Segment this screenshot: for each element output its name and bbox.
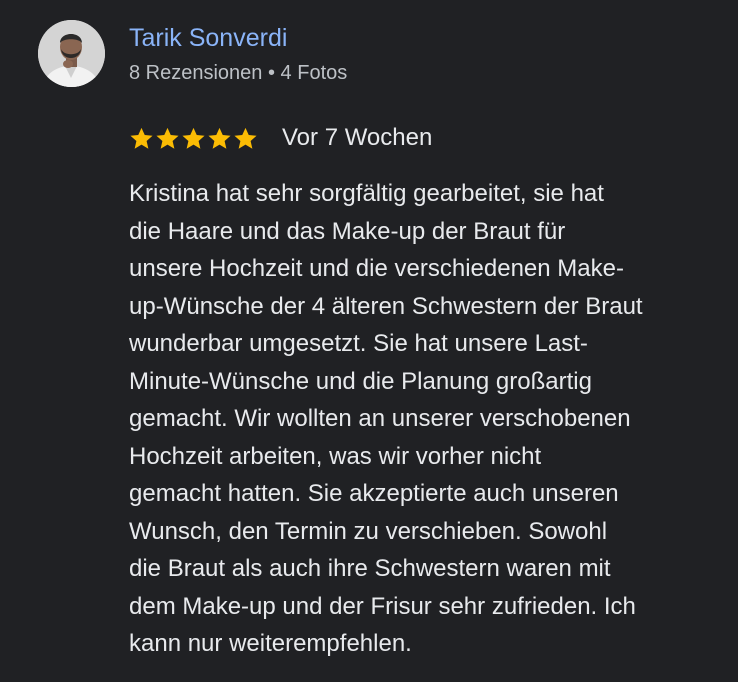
review-text-line: dem Make-up und der Frisur sehr zufriede…: [129, 592, 636, 620]
rating-row: Vor 7 Wochen: [129, 122, 432, 154]
review-date: Vor 7 Wochen: [282, 124, 433, 151]
review-text-line: Kristina hat sehr sorgfältig gearbeitet,…: [129, 180, 604, 207]
avatar-photo: [38, 20, 105, 87]
star-icon: [208, 127, 231, 149]
star-icon: [130, 127, 153, 149]
review-text-line: wunderbar umgesetzt. Sie hat unsere Last…: [129, 330, 588, 357]
star-icon: [234, 127, 257, 149]
star-rating: [129, 126, 258, 151]
review-text-line: up-Wünsche der 4 älteren Schwestern der …: [129, 292, 643, 320]
review-text-line: die Braut als auch ihre Schwestern waren…: [129, 555, 611, 582]
review-text: Kristina hat sehr sorgfältig gearbeitet,…: [129, 175, 709, 663]
star-icon: [182, 127, 205, 149]
review-text-line: Wunsch, den Termin zu verschieben. Sowoh…: [129, 517, 608, 545]
review-text-line: die Haare und das Make-up der Braut für: [129, 217, 566, 245]
review-text-line: Hochzeit arbeiten, was wir vorher nicht: [129, 442, 542, 470]
star-icon: [156, 127, 179, 149]
avatar[interactable]: [38, 20, 105, 87]
review-text-line: Minute-Wünsche und die Planung großartig: [129, 367, 592, 395]
review-text-line: unsere Hochzeit und die verschiedenen Ma…: [129, 255, 624, 282]
author-name[interactable]: Tarik Sonverdi: [129, 23, 287, 53]
review-card: Tarik Sonverdi 8 Rezensionen • 4 Fotos V…: [0, 0, 738, 682]
author-meta: 8 Rezensionen • 4 Fotos: [129, 62, 348, 84]
review-text-line: kann nur weiterempfehlen.: [129, 630, 412, 657]
review-text-line: gemacht hatten. Sie akzeptierte auch uns…: [129, 480, 619, 507]
review-text-line: gemacht. Wir wollten an unserer verschob…: [129, 405, 631, 432]
